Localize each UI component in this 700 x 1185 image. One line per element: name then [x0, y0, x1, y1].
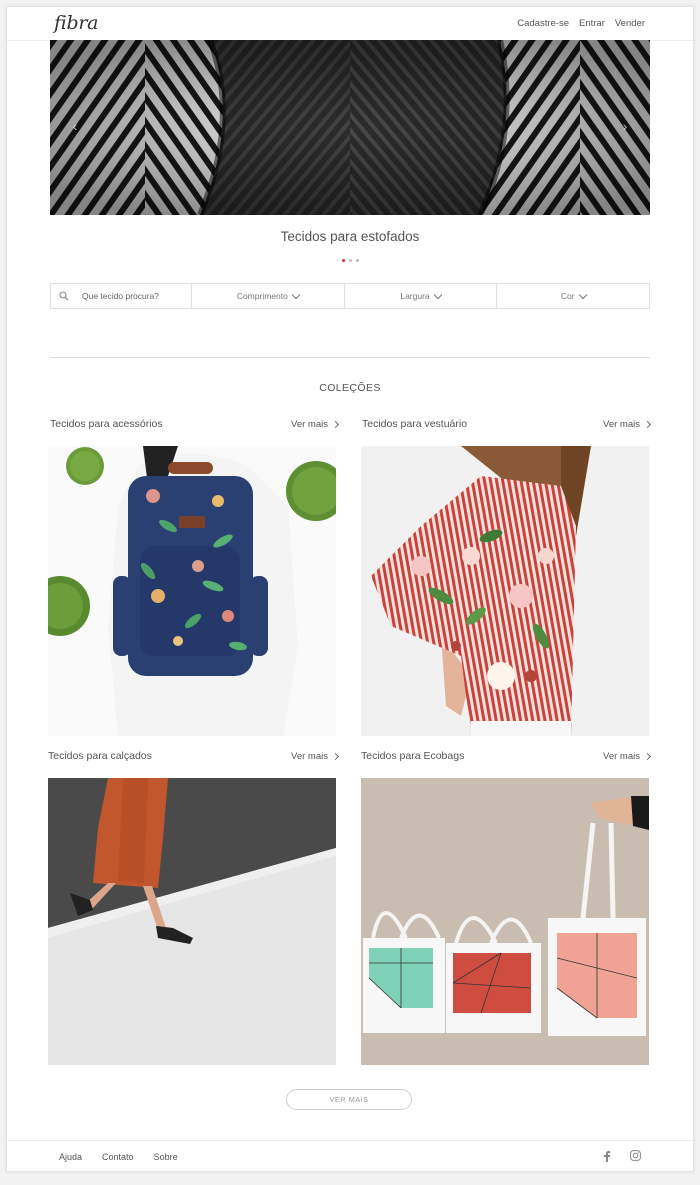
footer-link-contact[interactable]: Contato	[102, 1152, 134, 1162]
collection-image-ecobags[interactable]	[361, 778, 649, 1065]
carousel-dot[interactable]	[356, 259, 359, 262]
instagram-icon[interactable]	[630, 1150, 641, 1161]
collections-title: COLEÇÕES	[319, 382, 381, 394]
collection-title: Tecidos para vestuário	[362, 418, 468, 430]
search-input[interactable]	[82, 291, 172, 301]
carousel-prev-icon[interactable]: ‹	[68, 118, 82, 134]
footer: Ajuda Contato Sobre	[7, 1140, 693, 1171]
hero-image	[50, 40, 650, 215]
see-more-link[interactable]: Ver mais	[603, 419, 652, 430]
color-dropdown[interactable]: Cor	[497, 284, 649, 308]
search-icon	[59, 291, 69, 301]
nav-sell-link[interactable]: Vender	[615, 18, 645, 29]
logo[interactable]: fibra	[54, 12, 98, 34]
header: fibra Cadastre-se Entrar Vender	[7, 7, 693, 41]
footer-links: Ajuda Contato Sobre	[59, 1152, 178, 1162]
length-dropdown[interactable]: Comprimento	[192, 284, 345, 308]
hero-carousel[interactable]: ‹ ›	[50, 40, 650, 215]
collection-title: Tecidos para Ecobags	[361, 750, 465, 762]
collection-image-shoes[interactable]	[48, 778, 336, 1065]
carousel-dot[interactable]	[349, 259, 352, 262]
width-dropdown-label: Largura	[400, 291, 430, 301]
search-box	[51, 284, 192, 308]
collection-header-clothing: Tecidos para vestuário Ver mais	[362, 418, 652, 430]
collection-header-ecobags: Tecidos para Ecobags Ver mais	[361, 750, 652, 762]
collection-image-accessories[interactable]	[48, 446, 336, 736]
facebook-icon[interactable]	[602, 1150, 612, 1162]
collection-image-clothing[interactable]	[361, 446, 649, 736]
collection-title: Tecidos para acessórios	[50, 418, 163, 430]
carousel-dots	[342, 259, 359, 262]
nav-signup-link[interactable]: Cadastre-se	[517, 18, 569, 29]
chevron-down-icon	[291, 290, 301, 299]
divider	[50, 357, 650, 358]
nav-login-link[interactable]: Entrar	[579, 18, 605, 29]
width-dropdown[interactable]: Largura	[345, 284, 498, 308]
footer-link-about[interactable]: Sobre	[154, 1152, 178, 1162]
see-more-link[interactable]: Ver mais	[291, 419, 340, 430]
chevron-down-icon	[433, 290, 442, 299]
chevron-right-icon	[643, 420, 652, 428]
load-more-button[interactable]: VER MAIS	[286, 1089, 412, 1110]
see-more-link[interactable]: Ver mais	[291, 751, 340, 762]
chevron-right-icon	[643, 752, 652, 760]
collection-title: Tecidos para calçados	[48, 750, 152, 762]
hero-caption: Tecidos para estofados	[280, 229, 420, 244]
top-nav: Cadastre-se Entrar Vender	[517, 18, 645, 29]
collection-header-accessories: Tecidos para acessórios Ver mais	[50, 418, 340, 430]
filter-bar: Comprimento Largura Cor	[50, 283, 650, 309]
footer-link-help[interactable]: Ajuda	[59, 1152, 82, 1162]
chevron-right-icon	[331, 420, 340, 428]
see-more-link[interactable]: Ver mais	[603, 751, 652, 762]
social-links	[602, 1150, 641, 1162]
collection-header-shoes: Tecidos para calçados Ver mais	[48, 750, 340, 762]
color-dropdown-label: Cor	[560, 291, 575, 301]
carousel-next-icon[interactable]: ›	[618, 118, 632, 134]
chevron-right-icon	[331, 752, 340, 760]
length-dropdown-label: Comprimento	[236, 291, 288, 301]
page: fibra Cadastre-se Entrar Vender ‹ › Teci…	[6, 6, 694, 1172]
chevron-down-icon	[578, 290, 587, 299]
carousel-dot[interactable]	[342, 259, 345, 262]
